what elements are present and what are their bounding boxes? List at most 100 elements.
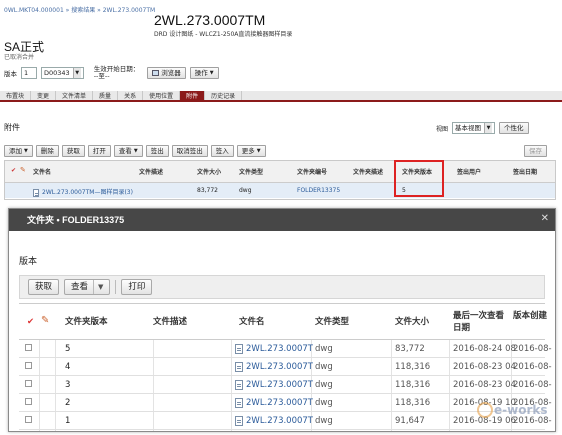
attachments-table: ✔ ✎ 文件名 文件描述 文件大小 文件类型 文件夹编号 文件夹描述 文件夹版本… (4, 160, 556, 200)
breadcrumb[interactable]: 0WL.MKT04.000001 » 搜索结果 » 2WL.273.0007TM (4, 5, 155, 14)
checkbox[interactable] (25, 362, 32, 369)
personalize-button[interactable]: 个性化 (499, 122, 529, 134)
col-type[interactable]: 文件类型 (239, 167, 263, 176)
checkout-button[interactable]: 签出 (145, 145, 169, 157)
file-name-link: 2WL.273.0007T (246, 398, 313, 408)
row-file-name[interactable]: 2WL.273.0007T (235, 376, 313, 394)
table-row[interactable]: 2 2WL.273.0007T dwg 118,316 2016-08-19 10 201… (19, 394, 552, 412)
col-last-viewed[interactable]: 最后一次查看 (453, 310, 504, 322)
col-file-description[interactable]: 文件描述 (153, 316, 187, 328)
version-table: ✔ ✎ 文件夹版本 文件描述 文件名 文件类型 文件大小 最后一次查看 日期 版… (19, 303, 552, 431)
row-checkbox[interactable] (25, 340, 32, 358)
row-file-name[interactable]: 2WL.273.0007T (235, 394, 313, 412)
table-header: ✔ ✎ 文件名 文件描述 文件大小 文件类型 文件夹编号 文件夹描述 文件夹版本… (5, 161, 555, 183)
row-checkbox[interactable] (25, 412, 32, 430)
view-button[interactable]: 查看 ▼ (113, 145, 143, 157)
col-filename[interactable]: 文件名 (33, 167, 51, 176)
row-folder-number[interactable]: FOLDER13375 (297, 187, 340, 194)
col-folder-description[interactable]: 文件夹描述 (353, 167, 383, 176)
tab-attachments[interactable]: 附件 (180, 91, 206, 100)
col-folder-number[interactable]: 文件夹编号 (297, 167, 327, 176)
document-icon (235, 343, 243, 354)
row-checkbox[interactable] (25, 376, 32, 394)
get-button[interactable]: 获取 (61, 145, 85, 157)
file-link[interactable]: 2WL.273.0007TM—图样目录(3) (33, 187, 133, 197)
view-controls: 视图 基本视图 ▼ 个性化 (436, 122, 529, 134)
browser-icon (152, 70, 160, 76)
dialog-view-button[interactable]: 查看 ▼ (64, 279, 111, 295)
row-file-size: 118,316 (395, 362, 431, 372)
table-row[interactable]: 3 2WL.273.0007T dwg 118,316 2016-08-23 04 201… (19, 376, 552, 394)
add-button[interactable]: 添加 ▼ (4, 145, 33, 157)
delete-button[interactable]: 删除 (35, 145, 59, 157)
row-file-type: dwg (315, 398, 333, 408)
pencil-icon: ✎ (20, 166, 26, 174)
close-icon[interactable]: ✕ (541, 213, 549, 224)
dialog-section-heading: 版本 (19, 257, 38, 267)
document-icon (235, 379, 243, 390)
col-checkout-date[interactable]: 签出日期 (513, 167, 537, 176)
undo-checkout-button[interactable]: 取消签出 (171, 145, 208, 157)
checkbox[interactable] (25, 398, 32, 405)
chevron-down-icon: ▼ (24, 148, 28, 154)
tab-quality[interactable]: 质量 (93, 91, 119, 100)
browser-button[interactable]: 浏览器 (147, 67, 186, 79)
row-file-size: 118,316 (395, 380, 431, 390)
tab-history[interactable]: 历史记录 (205, 91, 243, 100)
col-file-name[interactable]: 文件名 (239, 316, 265, 328)
view-select-value: 基本视图 (455, 124, 482, 132)
iteration-select[interactable]: D00343 ▼ (41, 67, 84, 79)
col-version-created[interactable]: 版本创建 (513, 310, 547, 322)
checkbox[interactable] (25, 416, 32, 423)
checkmark-icon: ✔ (27, 317, 35, 327)
tab-layout-block[interactable]: 布置块 (0, 91, 32, 100)
folder-dialog: 文件夹 • FOLDER13375 ✕ 版本 获取 查看 ▼ 打印 ✔ ✎ 文件… (8, 208, 556, 432)
tab-where-used[interactable]: 使用位置 (143, 91, 181, 100)
browser-button-label: 浏览器 (161, 69, 181, 77)
chevron-down-icon: ▼ (484, 123, 493, 133)
table-row[interactable]: 2WL.273.0007TM—图样目录(3) 83,772 dwg FOLDER… (5, 183, 555, 198)
save-button[interactable]: 保存 (524, 145, 547, 157)
version-label: 版本 (4, 70, 17, 78)
checkmark-icon: ✔ (11, 167, 17, 174)
version-row: 版本 1 D00343 ▼ 生效开始日期： --至-- 浏览器 操作 ▼ (4, 66, 219, 80)
tab-relations[interactable]: 关系 (118, 91, 144, 100)
row-file-type: dwg (315, 416, 333, 426)
table-row[interactable]: 1 2WL.273.0007T dwg 91,647 2016-08-19 06 2016… (19, 412, 552, 430)
view-select[interactable]: 基本视图 ▼ (452, 122, 496, 134)
effective-date-value: --至-- (93, 72, 110, 80)
tab-change[interactable]: 变更 (31, 91, 57, 100)
version-input[interactable]: 1 (21, 67, 37, 79)
col-file-size[interactable]: 文件大小 (395, 316, 429, 328)
table-header: ✔ ✎ 文件夹版本 文件描述 文件名 文件类型 文件大小 最后一次查看 日期 版… (19, 304, 547, 340)
row-checkbox[interactable] (25, 394, 32, 412)
more-button[interactable]: 更多 ▼ (236, 145, 266, 157)
dialog-print-button[interactable]: 打印 (121, 279, 153, 295)
open-button[interactable]: 打开 (87, 145, 111, 157)
checkbox[interactable] (25, 380, 32, 387)
col-file-type[interactable]: 文件类型 (315, 316, 349, 328)
col-size[interactable]: 文件大小 (197, 167, 221, 176)
checkin-button[interactable]: 签入 (210, 145, 234, 157)
row-version-created: 2016-08- (513, 344, 552, 354)
dialog-get-button[interactable]: 获取 (28, 279, 60, 295)
highlight-box (394, 160, 444, 197)
more-button-label: 更多 (241, 147, 255, 155)
document-icon (235, 361, 243, 372)
file-name-link: 2WL.273.0007T (246, 416, 313, 426)
col-description[interactable]: 文件描述 (139, 167, 163, 176)
row-file-name[interactable]: 2WL.273.0007T (235, 358, 313, 376)
table-row[interactable]: 5 2WL.273.0007T dwg 83,772 2016-08-24 08 2016… (19, 340, 552, 358)
col-checkout-user[interactable]: 签出用户 (457, 167, 481, 176)
row-version-created: 2016-08- (513, 380, 552, 390)
row-file-name[interactable]: 2WL.273.0007T (235, 340, 313, 358)
row-file-name[interactable]: 2WL.273.0007T (235, 412, 313, 430)
table-row[interactable]: 4 2WL.273.0007T dwg 118,316 2016-08-23 04 201… (19, 358, 552, 376)
chevron-down-icon: ▼ (72, 68, 81, 78)
status-text: 已取消合并 (4, 54, 35, 61)
col-folder-version[interactable]: 文件夹版本 (65, 316, 108, 328)
operate-button[interactable]: 操作 ▼ (189, 67, 219, 79)
tab-file-list[interactable]: 文件清单 (56, 91, 94, 100)
row-checkbox[interactable] (25, 358, 32, 376)
checkbox[interactable] (25, 344, 32, 351)
